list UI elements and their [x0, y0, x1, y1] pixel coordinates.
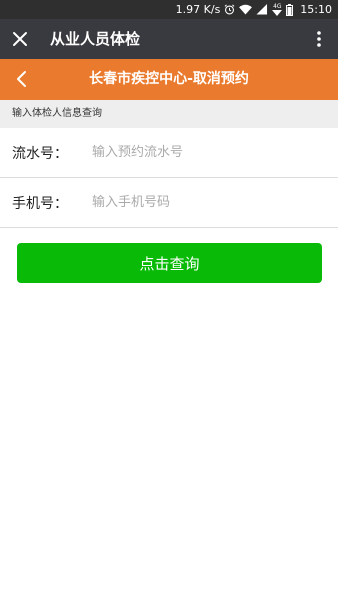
status-bar: 1.97 K/s 4G 15:10	[0, 0, 338, 19]
page-title: 长春市疾控中心-取消预约	[89, 71, 249, 87]
app-title: 从业人员体检	[50, 30, 141, 48]
phone-number-label: 手机号：	[12, 195, 68, 212]
app-bar: 从业人员体检	[0, 19, 338, 59]
phone-number-row: 手机号：	[0, 178, 338, 228]
back-icon	[17, 71, 26, 87]
section-label: 输入体检人信息查询	[0, 100, 338, 128]
query-button[interactable]: 点击查询	[17, 243, 322, 283]
serial-number-input[interactable]	[92, 137, 338, 168]
network-type: 4G	[272, 3, 283, 16]
close-icon	[13, 32, 27, 46]
more-button[interactable]	[304, 24, 334, 54]
status-icons: 1.97 K/s 4G 15:10	[176, 0, 332, 19]
page-header: 长春市疾控中心-取消预约	[0, 59, 338, 100]
section-label-text: 输入体检人信息查询	[12, 108, 102, 119]
signal-icon	[256, 4, 268, 15]
back-button[interactable]	[6, 64, 36, 94]
close-button[interactable]	[5, 24, 35, 54]
serial-number-label: 流水号：	[12, 145, 68, 162]
network-speed: 1.97 K/s	[175, 3, 221, 16]
clock: 15:10	[300, 3, 332, 16]
alarm-icon	[224, 4, 235, 15]
wifi-icon	[239, 4, 253, 15]
more-icon	[317, 31, 321, 47]
serial-number-row: 流水号：	[0, 128, 338, 178]
phone-number-input[interactable]	[92, 187, 338, 218]
battery-icon	[286, 3, 294, 16]
